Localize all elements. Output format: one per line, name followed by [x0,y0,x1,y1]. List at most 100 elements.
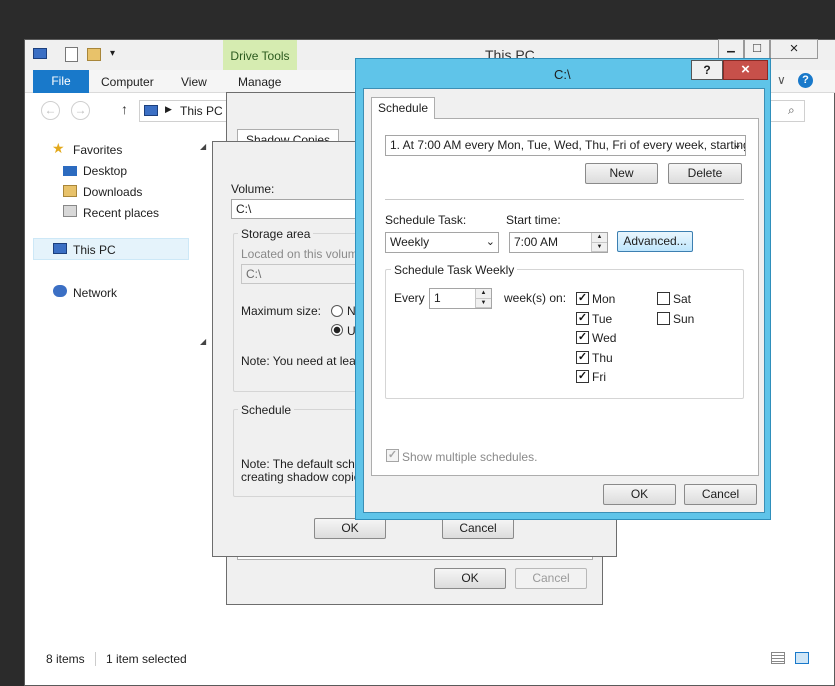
new-schedule-button[interactable]: New [585,163,658,184]
friday-checkbox[interactable]: ✓ [576,370,589,383]
search-box[interactable]: ⌕ [765,100,805,122]
saturday-checkbox[interactable] [657,292,670,305]
collapse-arrow-icon-2[interactable]: ◢ [200,337,206,346]
new-folder-icon[interactable] [87,48,101,61]
address-text: This PC [180,104,223,118]
spin-up-icon[interactable]: ▲ [592,233,607,243]
tab-computer[interactable]: Computer [101,75,154,89]
schedule-list-select[interactable]: 1. At 7:00 AM every Mon, Tue, Wed, Thu, … [385,135,746,156]
nav-this-pc[interactable]: This PC [73,243,116,257]
storage-area-title: Storage area [238,227,314,241]
settings-ok-button[interactable]: OK [314,518,386,539]
no-limit-radio[interactable] [331,305,343,317]
computer-icon [33,48,47,59]
schedule-task-select[interactable]: Weekly ⌄ [385,232,499,253]
tab-file[interactable]: File [33,70,89,93]
every-weeks-spinner[interactable]: ▲ ▼ [475,289,491,308]
ribbon-expand-icon[interactable]: ∨ [777,73,786,87]
schedule-tab[interactable]: Schedule [371,97,436,119]
schedule-note-line-1: Note: The default sched [241,457,369,471]
monday-label: Mon [592,292,616,306]
schedule-dialog: C:\ ? × Schedule 1. At 7:00 AM every Mon… [355,58,771,520]
located-field[interactable]: C:\ [241,264,359,284]
spin-down-icon[interactable]: ▼ [476,299,491,308]
breadcrumb-chevron-icon: ▶ [165,104,172,114]
status-selected: 1 item selected [106,652,187,666]
dialog-close-button[interactable]: × [723,60,768,80]
spin-up-icon[interactable]: ▲ [476,289,491,299]
tab-view[interactable]: View [181,75,207,89]
show-multiple-label: Show multiple schedules. [402,450,538,464]
start-time-field[interactable]: 7:00 AM ▲ ▼ [509,232,608,253]
start-time-value: 7:00 AM [514,235,559,249]
use-limit-radio[interactable] [331,324,343,336]
nav-favorites[interactable]: Favorites [73,143,122,157]
schedule-dialog-body: Schedule 1. At 7:00 AM every Mon, Tue, W… [363,88,765,513]
weeks-on-label: week(s) on: [504,291,567,305]
shadow-ok-button[interactable]: OK [434,568,506,589]
volume-field[interactable]: C:\ [231,199,359,219]
forward-icon[interactable]: → [71,101,90,120]
schedule-task-value: Weekly [390,235,430,249]
sunday-checkbox[interactable] [657,312,670,325]
thursday-label: Thu [592,351,613,365]
maximize-button[interactable]: □ [744,39,770,59]
separator [385,199,744,200]
quick-access-dropdown-icon[interactable]: ▾ [110,48,115,59]
chevron-down-icon: ⌄ [485,236,495,248]
start-time-spinner[interactable]: ▲ ▼ [591,233,607,252]
thursday-checkbox[interactable]: ✓ [576,351,589,364]
nav-network[interactable]: Network [73,286,117,300]
schedule-ok-button[interactable]: OK [603,484,676,505]
advanced-button[interactable]: Advanced... [617,231,693,252]
status-divider [95,652,96,666]
status-item-count: 8 items [46,652,85,666]
back-icon[interactable]: ← [41,101,60,120]
show-multiple-checkbox[interactable]: ✓ [386,449,399,462]
recent-places-icon [63,205,77,217]
sunday-label: Sun [673,312,695,326]
nav-desktop[interactable]: Desktop [83,164,127,178]
dialog-help-button[interactable]: ? [691,60,723,80]
settings-cancel-button[interactable]: Cancel [442,518,514,539]
tuesday-checkbox[interactable]: ✓ [576,312,589,325]
collapse-arrow-icon[interactable]: ◢ [200,142,206,151]
this-pc-icon [53,243,67,254]
delete-schedule-button[interactable]: Delete [668,163,742,184]
details-view-icon[interactable] [771,652,785,664]
star-icon: ★ [52,140,65,156]
help-icon[interactable]: ? [798,73,813,88]
schedule-note-line-2: creating shadow copies [241,470,367,484]
large-icons-view-icon[interactable] [795,652,809,664]
storage-note: Note: You need at least [241,354,366,368]
tuesday-label: Tue [592,312,613,326]
max-size-label: Maximum size: [241,304,322,318]
shadow-cancel-button[interactable]: Cancel [515,568,587,589]
properties-icon[interactable] [65,47,78,62]
drive-tools-tab[interactable]: Drive Tools [223,40,297,70]
up-icon[interactable]: ↑ [121,101,128,117]
every-weeks-field[interactable]: 1 ▲ ▼ [429,288,492,309]
volume-label: Volume: [231,182,275,196]
minimize-button[interactable]: ▁ [718,39,744,59]
tab-manage[interactable]: Manage [238,75,281,89]
chevron-down-icon: ⌄ [732,139,742,151]
schedule-list-value: 1. At 7:00 AM every Mon, Tue, Wed, Thu, … [390,138,746,152]
navigation-pane: ★ Favorites Desktop Downloads Recent pla… [33,135,193,655]
spin-down-icon[interactable]: ▼ [592,243,607,252]
saturday-label: Sat [673,292,692,306]
start-time-label: Start time: [506,213,561,227]
every-label: Every [394,291,425,305]
weekly-group-title: Schedule Task Weekly [391,263,518,277]
nav-recent-places[interactable]: Recent places [83,206,159,220]
close-button[interactable]: × [770,39,818,59]
monday-checkbox[interactable]: ✓ [576,292,589,305]
downloads-icon [63,185,77,197]
schedule-cancel-button[interactable]: Cancel [684,484,757,505]
friday-label: Fri [592,370,606,384]
every-weeks-value: 1 [434,291,441,305]
wednesday-checkbox[interactable]: ✓ [576,331,589,344]
desktop-icon [63,166,77,176]
located-label: Located on this volume: [241,247,368,261]
nav-downloads[interactable]: Downloads [83,185,142,199]
